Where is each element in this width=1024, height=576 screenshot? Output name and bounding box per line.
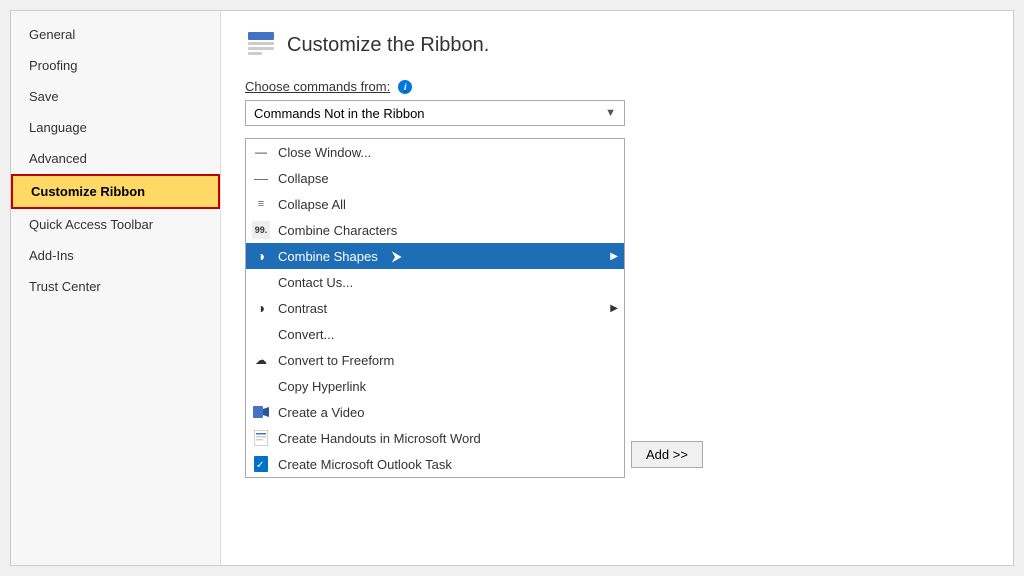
cmd-generic-icon [252,377,270,395]
commands-dropdown[interactable]: Commands Not in the Ribbon ▼ [245,100,625,126]
sidebar-item-language[interactable]: Language [11,112,220,143]
command-item-close-window[interactable]: —Close Window... [246,139,624,165]
dropdown-value: Commands Not in the Ribbon [254,106,425,121]
sidebar-item-customize-ribbon[interactable]: Customize Ribbon [11,174,220,209]
commands-dropdown-container: Commands Not in the Ribbon ▼ [245,100,989,126]
handouts-icon [252,429,270,447]
command-item-contact-us[interactable]: Contact Us... [246,269,624,295]
info-icon: i [398,80,412,94]
freeform-icon: ☁ [252,351,270,369]
outlook-task-icon: ✓ [252,455,270,473]
main-content: Customize the Ribbon. Choose commands fr… [221,11,1013,565]
command-item-convert-freeform[interactable]: ☁Convert to Freeform [246,347,624,373]
page-title-text: Customize the Ribbon. [287,34,489,57]
combine-chars-icon: 99. [252,221,270,239]
command-item-create-handouts[interactable]: Create Handouts in Microsoft Word [246,425,624,451]
submenu-arrow-icon: ▶ [610,251,618,262]
add-button[interactable]: Add >> [631,441,703,468]
cmd-generic-icon [252,273,270,291]
command-item-combine-shapes[interactable]: ◑Combine Shapes⮞▶ [246,243,624,269]
sidebar: GeneralProofingSaveLanguageAdvancedCusto… [11,11,221,565]
customize-ribbon-icon [245,29,277,61]
cmd-close-window-icon: — [252,143,270,161]
sidebar-item-add-ins[interactable]: Add-Ins [11,240,220,271]
commands-list-container: —Close Window...—Collapse≡Collapse All99… [245,138,625,478]
submenu-arrow-icon: ▶ [610,303,618,314]
sidebar-item-proofing[interactable]: Proofing [11,50,220,81]
page-title-container: Customize the Ribbon. [245,29,989,61]
command-item-convert[interactable]: Convert... [246,321,624,347]
sidebar-item-save[interactable]: Save [11,81,220,112]
collapse-icon: — [252,169,270,187]
command-item-create-outlook-task[interactable]: ✓Create Microsoft Outlook Task [246,451,624,477]
chevron-down-icon: ▼ [605,107,616,119]
choose-commands-label: Choose commands from: i [245,79,989,94]
command-item-contrast[interactable]: ◑Contrast▶ [246,295,624,321]
svg-text:✓: ✓ [256,460,264,471]
combine-shapes-icon: ◑ [252,247,270,265]
cmd-generic-icon [252,325,270,343]
command-item-collapse-all[interactable]: ≡Collapse All [246,191,624,217]
contrast-icon: ◑ [252,299,270,317]
mouse-cursor: ⮞ [392,248,402,265]
video-icon [252,403,270,421]
sidebar-item-general[interactable]: General [11,19,220,50]
command-item-copy-hyperlink[interactable]: Copy Hyperlink [246,373,624,399]
sidebar-item-advanced[interactable]: Advanced [11,143,220,174]
command-item-combine-characters[interactable]: 99.Combine Characters [246,217,624,243]
commands-list[interactable]: —Close Window...—Collapse≡Collapse All99… [246,139,624,477]
collapse-all-icon: ≡ [252,195,270,213]
sidebar-item-trust-center[interactable]: Trust Center [11,271,220,302]
sidebar-item-quick-access[interactable]: Quick Access Toolbar [11,209,220,240]
command-item-collapse[interactable]: —Collapse [246,165,624,191]
command-item-create-video[interactable]: Create a Video [246,399,624,425]
